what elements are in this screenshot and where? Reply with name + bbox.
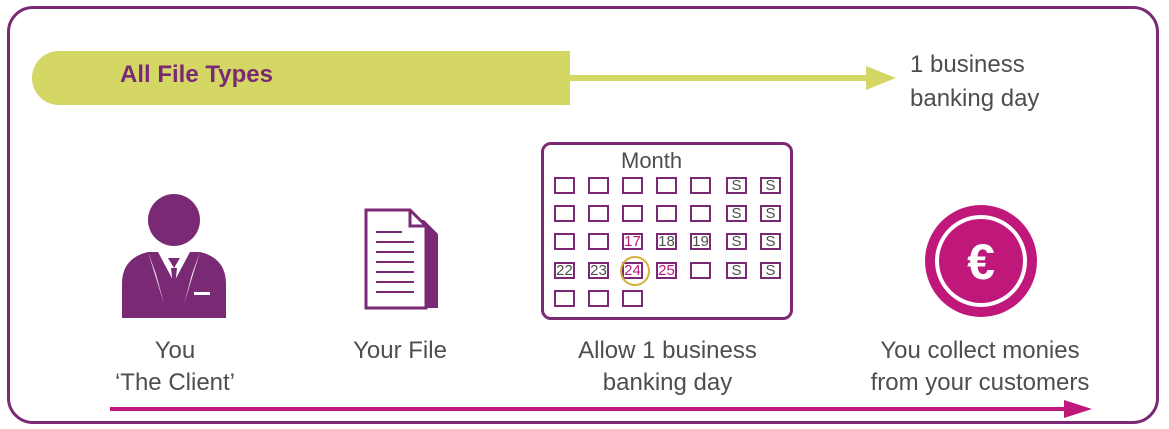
calendar-cell [554, 290, 575, 307]
calendar-cell: S [726, 262, 747, 279]
flow-arrow-line [110, 407, 1068, 411]
calendar-cell [622, 290, 643, 307]
file-caption: Your File [330, 335, 470, 367]
calendar-cell: 25 [656, 262, 677, 279]
file-types-banner [32, 51, 570, 105]
banner-result-text: 1 business banking day [910, 51, 1040, 112]
banner-arrow-head-icon [866, 66, 896, 90]
calendar-cell: S [760, 233, 781, 250]
calendar-cell: 23 [588, 262, 609, 279]
calendar-cell: S [726, 233, 747, 250]
calendar-cell [690, 262, 711, 279]
calendar-cell [690, 177, 711, 194]
calendar-title: Month [621, 148, 683, 173]
document-icon [364, 208, 438, 310]
calendar-cell: S [726, 177, 747, 194]
flow-arrow-head-icon [1064, 400, 1092, 418]
file-caption-line1: Your File [353, 337, 447, 364]
calendar-cell [588, 290, 609, 307]
collect-caption-line2: from your customers [870, 369, 1090, 396]
calendar-cell [554, 233, 575, 250]
banner-title: All File Types [120, 61, 273, 88]
calendar-cell [588, 233, 609, 250]
calendar-cell [554, 205, 575, 222]
calendar-cell: S [760, 262, 781, 279]
calendar-caption-line1: Allow 1 business [578, 337, 757, 364]
calendar-cell: S [760, 205, 781, 222]
client-caption-line2: ‘The Client’ [114, 369, 236, 396]
euro-coin-icon: € [925, 205, 1037, 317]
collect-caption-line1: You collect monies [880, 337, 1080, 364]
calendar-caption-line2: banking day [602, 369, 733, 396]
calendar-cell [622, 177, 643, 194]
calendar-caption: Allow 1 business banking day [545, 335, 790, 399]
calendar-cell: 17 [622, 233, 643, 250]
calendar-cell [588, 205, 609, 222]
banner-result: 1 business banking day [910, 48, 1070, 116]
calendar-cell [622, 205, 643, 222]
euro-symbol: € [967, 234, 995, 290]
calendar-cell: 19 [690, 233, 711, 250]
calendar-cell [656, 205, 677, 222]
calendar-cell [656, 177, 677, 194]
person-icon [122, 194, 226, 318]
calendar-cell: 18 [656, 233, 677, 250]
banner-arrow-line [570, 75, 870, 81]
client-caption: You ‘The Client’ [110, 335, 240, 399]
calendar-cell [690, 205, 711, 222]
highlight-ring-icon [620, 256, 650, 286]
collect-caption: You collect monies from your customers [830, 335, 1130, 399]
calendar-cell [554, 177, 575, 194]
calendar-cell: S [726, 205, 747, 222]
calendar-cell: S [760, 177, 781, 194]
calendar-cell: 22 [554, 262, 575, 279]
client-caption-line1: You [154, 337, 196, 364]
calendar-cell [588, 177, 609, 194]
